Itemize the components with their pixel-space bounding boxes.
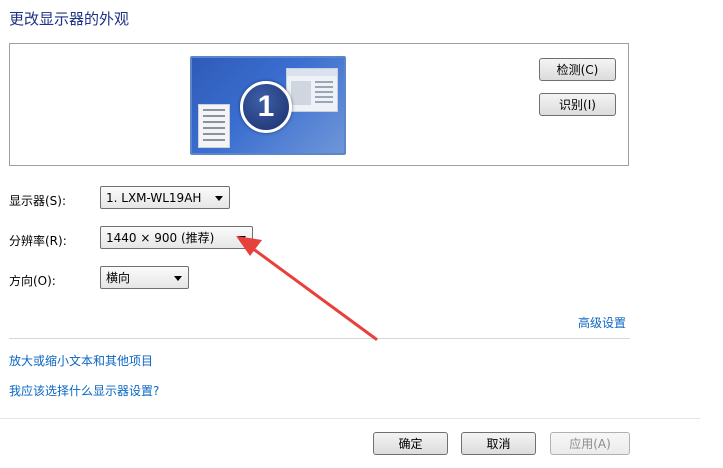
cancel-button[interactable]: 取消	[461, 432, 536, 455]
chevron-down-icon	[174, 276, 182, 281]
display-select[interactable]: 1. LXM-WL19AH	[100, 186, 230, 209]
ok-button[interactable]: 确定	[373, 432, 448, 455]
display-label: 显示器(S):	[9, 194, 67, 208]
detect-button[interactable]: 检测(C)	[539, 58, 616, 81]
resolution-label: 分辨率(R):	[9, 234, 67, 248]
monitor-thumbnail[interactable]: 1	[190, 56, 346, 155]
divider	[9, 338, 630, 339]
footer-divider	[0, 418, 700, 419]
which-settings-link[interactable]: 我应该选择什么显示器设置?	[9, 382, 159, 399]
enlarge-text-link[interactable]: 放大或缩小文本和其他项目	[9, 352, 153, 369]
page-title: 更改显示器的外观	[9, 10, 130, 28]
mini-window-icon	[286, 68, 338, 112]
chevron-down-icon	[215, 196, 223, 201]
identify-button[interactable]: 识别(I)	[539, 93, 616, 116]
orientation-select-value: 横向	[106, 271, 131, 285]
orientation-label: 方向(O):	[9, 274, 56, 288]
monitor-number-badge: 1	[240, 81, 292, 133]
chevron-down-icon	[238, 236, 246, 241]
resolution-select-value: 1440 × 900 (推荐)	[106, 231, 215, 245]
advanced-settings-link[interactable]: 高级设置	[578, 314, 626, 331]
mini-window-icon	[198, 104, 230, 148]
display-select-value: 1. LXM-WL19AH	[106, 190, 202, 205]
orientation-select[interactable]: 横向	[100, 266, 189, 289]
monitor-preview-panel: 1 检测(C) 识别(I)	[9, 43, 629, 166]
apply-button[interactable]: 应用(A)	[550, 432, 630, 455]
resolution-select[interactable]: 1440 × 900 (推荐)	[100, 226, 253, 249]
